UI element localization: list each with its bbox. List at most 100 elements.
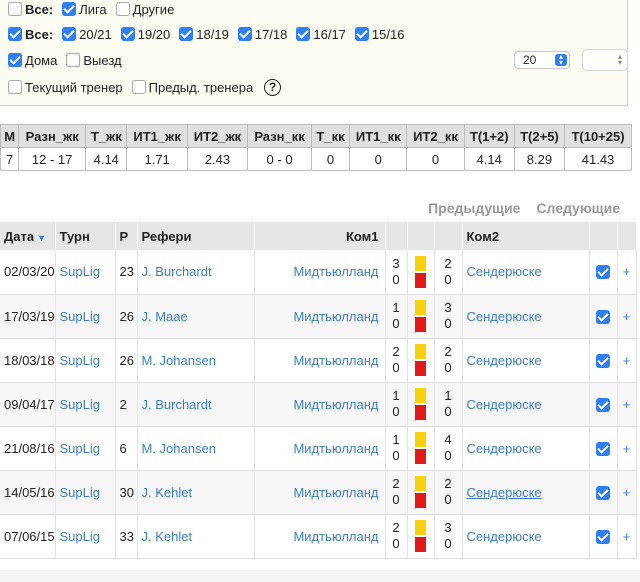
secondary-select[interactable]: ▴ ▾ [582,49,628,71]
team2-red-count: 0 [444,536,452,551]
checkbox-checked-icon[interactable] [596,353,610,368]
checkbox-checked-icon[interactable] [596,485,610,500]
checkbox-unchecked-icon[interactable] [131,80,146,94]
team2-yellow-count: 2 [444,255,452,271]
add-icon[interactable]: + [617,382,637,427]
filter-checkbox-row2-3[interactable]: 18/19 [179,27,229,42]
col-header-team2[interactable]: Ком2 [462,222,590,250]
team2-link[interactable]: Сендерюске [462,250,590,295]
team2-link[interactable]: Сендерюске [462,382,590,427]
add-icon[interactable]: + [617,514,637,559]
cards-icon-cell [407,514,435,559]
tournament-link[interactable]: SupLig [55,338,116,383]
cards-icon-cell [407,250,435,295]
filter-checkbox-row2-2[interactable]: 19/20 [120,27,170,42]
add-icon[interactable]: + [617,250,637,295]
cards-icon-cell [407,338,435,383]
row-select-cell [589,470,618,515]
checkbox-checked-icon[interactable] [596,441,610,456]
col-header-referee[interactable]: Рефери [137,222,255,250]
stats-value-cell: 7 [0,147,20,171]
filter-checkbox-row2-6[interactable]: 15/16 [354,27,404,42]
filter-checkbox-row4-0[interactable]: Текущий тренер [8,80,123,95]
tournament-link[interactable]: SupLig [55,294,116,339]
yellow-card-icon [415,300,426,315]
red-card-icon [415,493,426,508]
filter-checkbox-row3-0[interactable]: Дома [8,53,57,68]
checkbox-unchecked-icon[interactable] [115,2,130,16]
team1-link[interactable]: Мидтьюлланд [254,514,386,559]
match-date: 02/03/20 [0,250,56,295]
add-icon[interactable]: + [617,338,637,383]
red-card-icon [415,405,426,420]
checkbox-checked-icon[interactable] [596,309,610,324]
filter-checkbox-row1-1[interactable]: Лига [62,2,107,17]
add-icon[interactable]: + [617,294,637,339]
team1-cards: 20 [385,338,408,383]
filter-checkbox-row1-2[interactable]: Другие [115,2,174,17]
yellow-card-icon [415,520,426,535]
tournament-link[interactable]: SupLig [55,514,116,559]
team2-link[interactable]: Сендерюске [462,470,590,515]
team1-link[interactable]: Мидтьюлланд [254,426,386,471]
checkbox-checked-icon[interactable] [596,265,610,280]
checkbox-checked-icon[interactable] [296,27,311,41]
add-icon[interactable]: + [617,470,637,515]
checkbox-checked-icon[interactable] [237,27,252,41]
checkbox-checked-icon[interactable] [354,27,369,41]
team2-link[interactable]: Сендерюске [462,514,590,559]
referee-link[interactable]: J. Burchardt [137,382,255,427]
checkbox-checked-icon[interactable] [8,53,22,67]
checkbox-checked-icon[interactable] [62,27,77,41]
tournament-link[interactable]: SupLig [55,382,116,427]
filter-checkbox-row2-1[interactable]: 20/21 [62,27,112,42]
team1-cards: 10 [385,294,408,339]
team1-link[interactable]: Мидтьюлланд [254,250,386,295]
team2-link[interactable]: Сендерюске [462,426,590,471]
team2-link[interactable]: Сендерюске [462,338,590,383]
match-count-select[interactable]: 20 ▴ ▾ [514,51,570,69]
col-header-team1[interactable]: Ком1 [254,222,386,250]
referee-link[interactable]: J. Kehlet [137,470,255,515]
checkbox-checked-icon[interactable] [596,397,610,412]
referee-link[interactable]: J. Maae [137,294,255,339]
team1-link[interactable]: Мидтьюлланд [254,470,386,515]
team2-link[interactable]: Сендерюске [462,294,590,339]
col-header-date[interactable]: Дата ▼ [0,222,56,250]
tournament-link[interactable]: SupLig [55,470,116,515]
col-header-tourn[interactable]: Турн [55,222,116,250]
referee-link[interactable]: M. Johansen [137,426,255,471]
referee-link[interactable]: J. Kehlet [137,514,255,559]
checkbox-checked-icon[interactable] [62,2,77,16]
help-icon[interactable]: ? [264,78,282,96]
filter-checkbox-row1-0[interactable]: Все: [8,2,53,17]
filter-checkbox-row2-0[interactable]: Все: [8,27,53,42]
team1-link[interactable]: Мидтьюлланд [254,382,386,427]
filter-checkbox-row3-1[interactable]: Выезд [66,53,122,68]
team2-yellow-count: 4 [444,432,452,447]
checkbox-checked-icon[interactable] [120,27,135,41]
tournament-link[interactable]: SupLig [55,250,116,295]
checkbox-unchecked-icon[interactable] [8,2,22,16]
referee-link[interactable]: M. Johansen [137,338,255,383]
col-header-round[interactable]: Р [115,222,138,250]
round-number: 33 [115,514,138,559]
referee-link[interactable]: J. Burchardt [137,250,255,295]
team1-link[interactable]: Мидтьюлланд [254,338,386,383]
filter-checkbox-row2-5[interactable]: 16/17 [296,27,346,42]
checkbox-unchecked-icon[interactable] [8,80,22,94]
team1-link[interactable]: Мидтьюлланд [254,294,386,339]
team2-cards: 30 [434,294,463,339]
next-page-link[interactable]: Следующие [536,200,620,216]
checkbox-checked-icon[interactable] [179,27,194,41]
add-icon[interactable]: + [617,426,637,471]
prev-page-link[interactable]: Предыдущие [428,200,520,216]
team1-yellow-count: 2 [392,520,400,535]
cards-icon-cell [407,426,435,471]
filter-checkbox-row4-1[interactable]: Предыд. тренера [131,80,253,95]
tournament-link[interactable]: SupLig [55,426,116,471]
filter-checkbox-row2-4[interactable]: 17/18 [237,27,287,42]
checkbox-unchecked-icon[interactable] [66,53,81,67]
checkbox-checked-icon[interactable] [8,27,22,41]
checkbox-checked-icon[interactable] [596,529,610,544]
